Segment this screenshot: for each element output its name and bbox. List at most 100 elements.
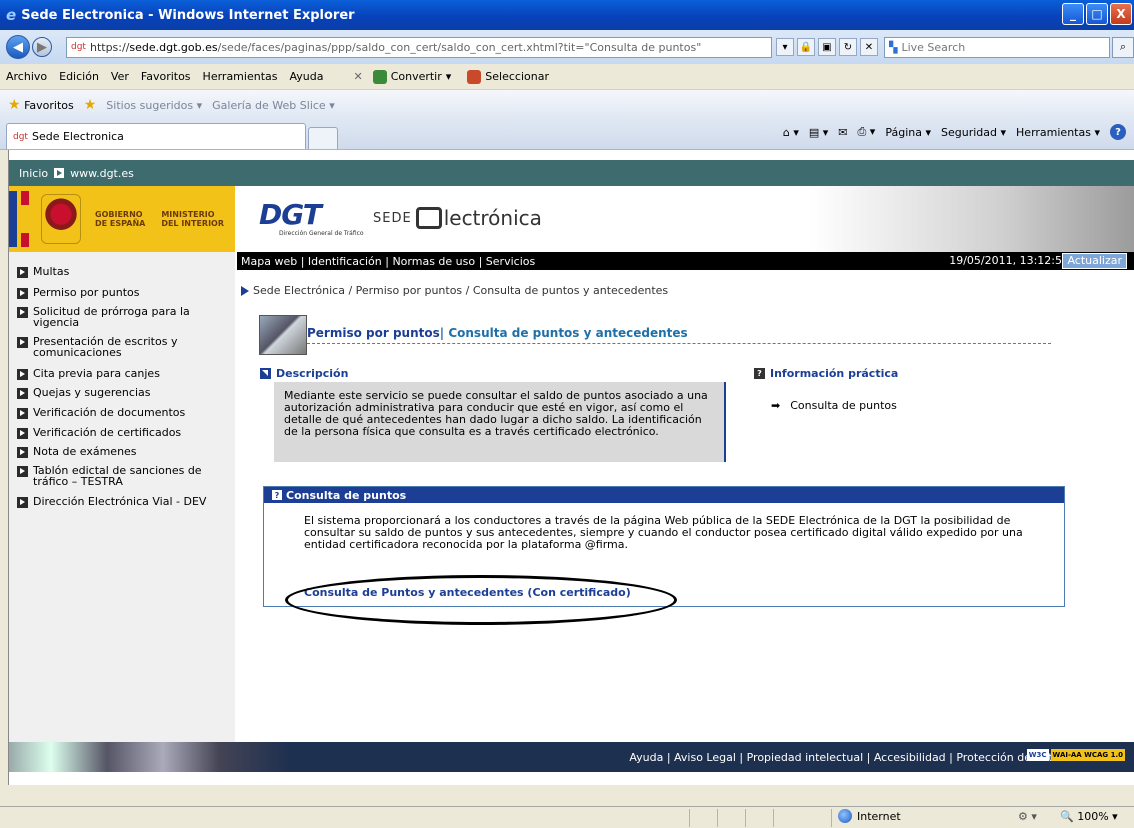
- nav-item-quejas[interactable]: Quejas y sugerencias: [17, 387, 231, 399]
- right-arrow-icon: ➡: [771, 399, 781, 412]
- nav-item-nota-examenes[interactable]: Nota de exámenes: [17, 446, 231, 458]
- nav-item-verif-documentos[interactable]: Verificación de documentos: [17, 407, 231, 419]
- pagina-label: Página: [885, 125, 922, 139]
- address-bar[interactable]: dgt https:// sede.dgt.gob.es /sede/faces…: [66, 36, 772, 58]
- actualizar-button[interactable]: Actualizar: [1062, 253, 1127, 269]
- status-bar: Internet ⚙ ▾ 🔍 100% ▾: [0, 806, 1134, 828]
- breadcrumb-text[interactable]: Sede Electrónica / Permiso por puntos / …: [253, 284, 668, 297]
- breadcrumb-arrow-icon: [241, 285, 249, 296]
- dgt-logo[interactable]: DGT Dirección General de Tráfico: [259, 198, 364, 237]
- command-bar: ⌂ ▾ ▤ ▾ ✉ ⎙ ▾ Página ▾ Seguridad ▾ Herra…: [783, 124, 1126, 140]
- seleccionar-button[interactable]: Seleccionar: [467, 69, 549, 84]
- consulta-box-header: ? Consulta de puntos: [264, 487, 1064, 503]
- tab-favicon-icon: dgt: [13, 131, 28, 142]
- pagina-menu[interactable]: Página ▾: [885, 126, 931, 139]
- page-title-main: Permiso por puntos: [307, 326, 440, 340]
- menu-favoritos[interactable]: Favoritos: [141, 70, 191, 83]
- ministerio-label: MINISTERIO DEL INTERIOR: [161, 210, 225, 228]
- zoom-label: 100%: [1077, 810, 1109, 823]
- tab-sede-electronica[interactable]: dgt Sede Electronica: [6, 123, 306, 149]
- page-title-image: [259, 315, 307, 355]
- site-top-strip: Inicio www.dgt.es: [9, 160, 1134, 186]
- new-tab-button[interactable]: [308, 127, 338, 149]
- expand-icon: [260, 368, 271, 379]
- zoom-control[interactable]: 🔍 100% ▾: [1060, 810, 1118, 823]
- question-icon: ?: [754, 368, 765, 379]
- menu-ver[interactable]: Ver: [111, 70, 129, 83]
- herramientas-menu[interactable]: Herramientas ▾: [1016, 126, 1100, 139]
- bullet-icon: [17, 288, 28, 299]
- consulta-box-text: El sistema proporcionará a los conductor…: [304, 514, 1023, 551]
- mail-icon[interactable]: ✉: [838, 126, 847, 139]
- feeds-icon[interactable]: ▤ ▾: [809, 126, 828, 139]
- nav-item-dev[interactable]: Dirección Electrónica Vial - DEV: [17, 496, 231, 508]
- close-button[interactable]: X: [1110, 3, 1132, 25]
- nav-item-testra[interactable]: Tablón edictal de sanciones de tráfico –…: [17, 465, 231, 487]
- consulta-puntos-link[interactable]: ➡ Consulta de puntos: [771, 399, 897, 412]
- seguridad-menu[interactable]: Seguridad ▾: [941, 126, 1006, 139]
- search-input[interactable]: ▚ Live Search: [884, 36, 1110, 58]
- dgt-home-link[interactable]: www.dgt.es: [70, 167, 134, 180]
- gobierno-logo[interactable]: GOBIERNO DE ESPAÑA MINISTERIO DEL INTERI…: [9, 186, 235, 252]
- menu-archivo[interactable]: Archivo: [6, 70, 47, 83]
- forward-button[interactable]: ▶: [32, 37, 52, 57]
- menu-ayuda[interactable]: Ayuda: [289, 70, 323, 83]
- menu-herramientas[interactable]: Herramientas: [203, 70, 278, 83]
- print-icon[interactable]: ⎙ ▾: [858, 125, 876, 139]
- menu-edicion[interactable]: Edición: [59, 70, 99, 83]
- sugeridos-button[interactable]: Sitios sugeridos ▾: [106, 99, 202, 112]
- descripcion-heading: Descripción: [260, 367, 348, 380]
- herramientas-label: Herramientas: [1016, 125, 1091, 139]
- lock-icon[interactable]: 🔒: [797, 38, 815, 56]
- home-icon[interactable]: ⌂ ▾: [783, 126, 799, 139]
- breadcrumb: Sede Electrónica / Permiso por puntos / …: [241, 284, 668, 297]
- nav-item-multas[interactable]: Multas: [17, 266, 231, 278]
- toolbar-close-icon[interactable]: ✕: [353, 70, 362, 83]
- protected-mode-icon[interactable]: ⚙ ▾: [1018, 810, 1037, 823]
- gobierno-label: GOBIERNO DE ESPAÑA: [95, 210, 146, 228]
- address-toolbar: ◀ ▶ dgt https:// sede.dgt.gob.es /sede/f…: [0, 30, 1134, 64]
- compatibility-icon[interactable]: ▣: [818, 38, 836, 56]
- nav-item-cita-previa[interactable]: Cita previa para canjes: [17, 368, 231, 380]
- bullet-icon: [17, 307, 28, 318]
- maximize-button[interactable]: □: [1086, 3, 1108, 25]
- favoritos-button[interactable]: ★ Favoritos: [8, 97, 74, 113]
- descripcion-heading-label: Descripción: [276, 367, 349, 380]
- info-practica-heading-label: Información práctica: [770, 367, 899, 380]
- inicio-link[interactable]: Inicio: [19, 167, 48, 180]
- search-button[interactable]: ⌕: [1112, 36, 1134, 58]
- banner-image: [809, 186, 1134, 252]
- minimize-button[interactable]: _: [1062, 3, 1084, 25]
- nav-item-prorroga[interactable]: Solicitud de prórroga para la vigencia: [17, 306, 231, 328]
- search-placeholder: Live Search: [901, 40, 966, 54]
- tab-label: Sede Electronica: [31, 130, 124, 143]
- nav-label: Multas: [33, 265, 70, 278]
- footer-links[interactable]: Ayuda | Aviso Legal | Propiedad intelect…: [629, 751, 1065, 764]
- w3c-badges[interactable]: W3C WAI-AA WCAG 1.0: [1026, 749, 1125, 761]
- highlight-oval: [285, 575, 677, 625]
- seleccionar-icon: [467, 69, 482, 84]
- convertir-button[interactable]: Convertir ▾: [372, 69, 451, 84]
- site-menu-links[interactable]: Mapa web | Identificación | Normas de us…: [241, 255, 535, 268]
- url-path: /sede/faces/paginas/ppp/saldo_con_cert/s…: [217, 40, 702, 54]
- nav-label: Verificación de documentos: [33, 406, 186, 419]
- nav-item-escritos[interactable]: Presentación de escritos y comunicacione…: [17, 336, 231, 358]
- help-icon[interactable]: ?: [1110, 124, 1126, 140]
- galeria-button[interactable]: Galería de Web Slice ▾: [212, 99, 335, 112]
- dropdown-icon[interactable]: ▾: [776, 38, 794, 56]
- nav-label: Verificación de certificados: [33, 426, 182, 439]
- back-button[interactable]: ◀: [6, 35, 30, 59]
- add-favorite-icon[interactable]: ★: [84, 97, 97, 113]
- descripcion-box: Mediante este servicio se puede consulta…: [274, 382, 726, 462]
- sede-label: SEDE: [373, 210, 412, 226]
- favorites-bar: ★ Favoritos ★ Sitios sugeridos ▾ Galería…: [0, 90, 1134, 120]
- nav-label: Nota de exámenes: [33, 445, 137, 458]
- stop-icon[interactable]: ✕: [860, 38, 878, 56]
- window-titlebar: e Sede Electronica - Windows Internet Ex…: [0, 0, 1134, 30]
- security-zone[interactable]: Internet: [838, 809, 901, 823]
- status-text-cell: [0, 808, 690, 827]
- nav-item-permiso[interactable]: Permiso por puntos: [17, 287, 231, 299]
- nav-item-verif-certificados[interactable]: Verificación de certificados: [17, 427, 231, 439]
- refresh-icon[interactable]: ↻: [839, 38, 857, 56]
- ie-logo-icon: e: [6, 6, 17, 24]
